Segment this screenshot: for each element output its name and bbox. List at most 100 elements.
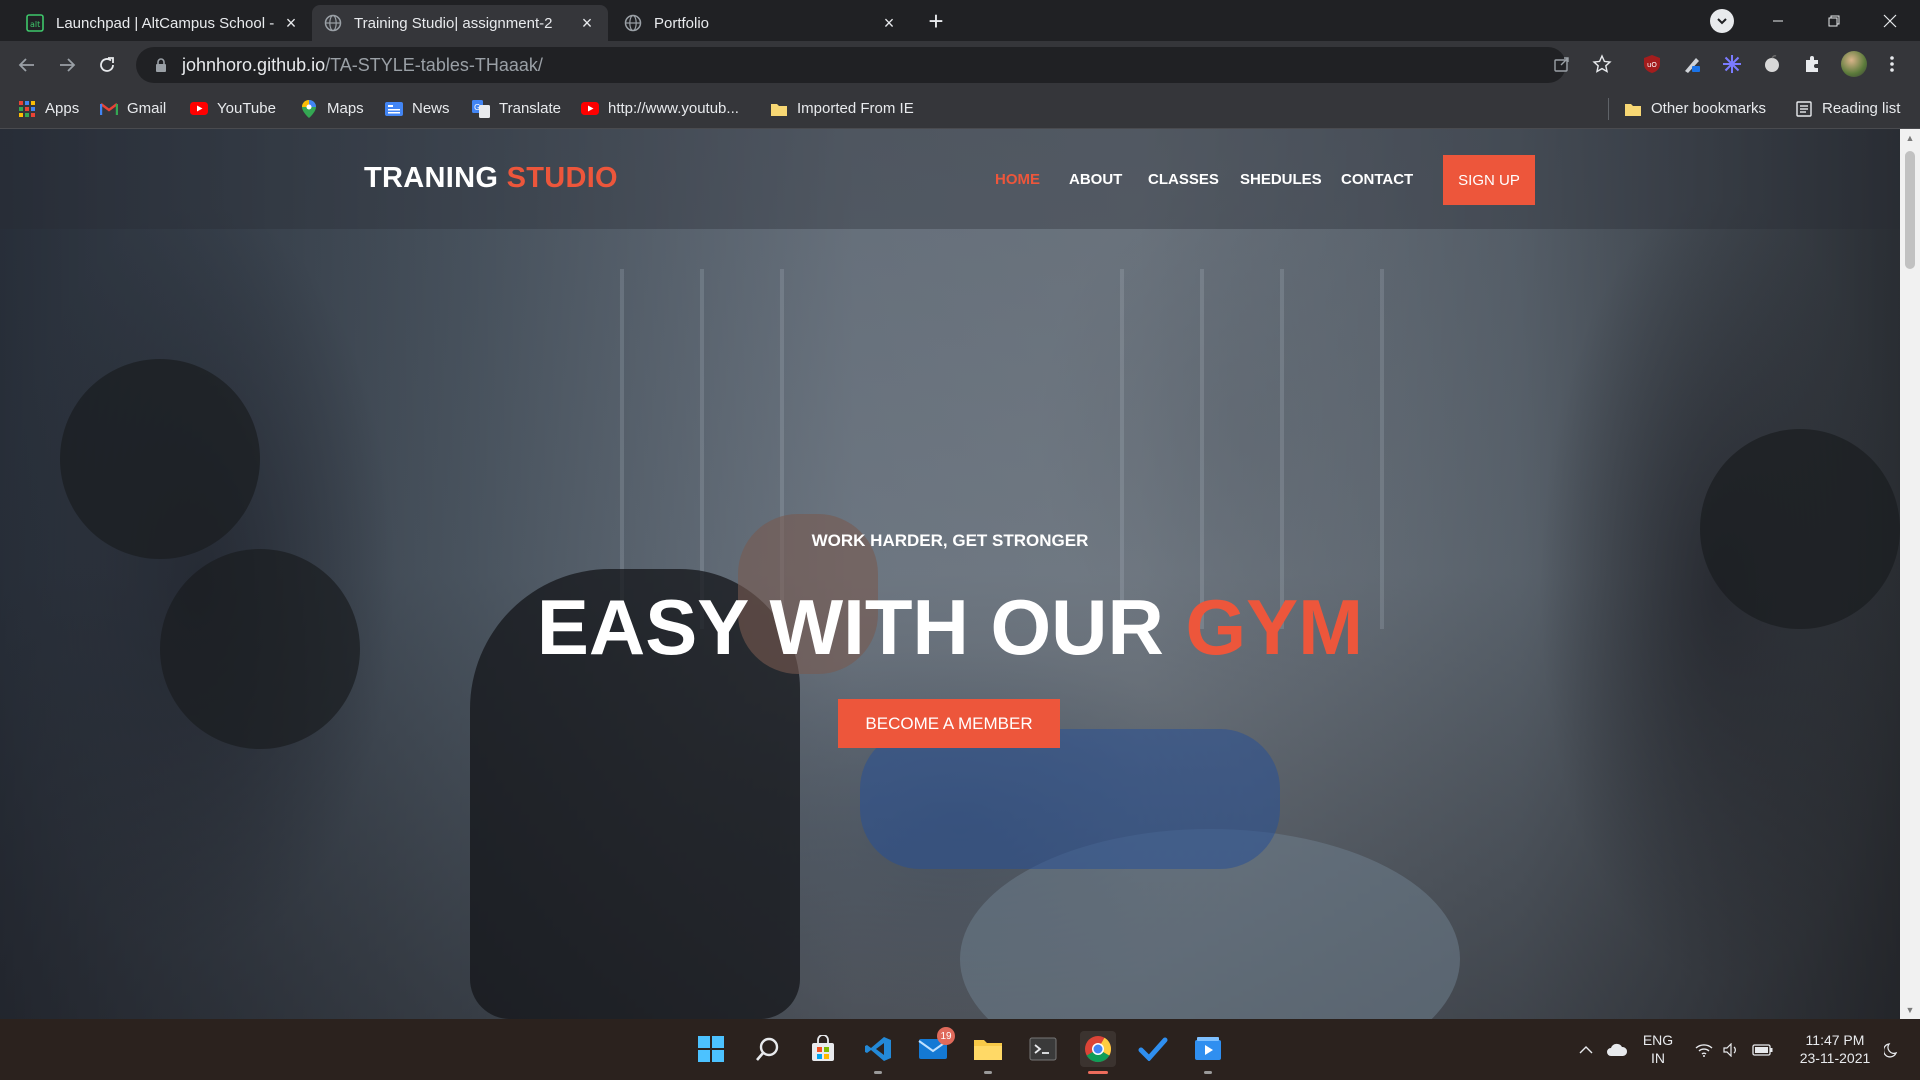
page-scrollbar[interactable]: ▲ ▼	[1900, 129, 1920, 1019]
news-icon	[385, 100, 403, 118]
input-language-indicator[interactable]: ENG IN	[1640, 1031, 1676, 1067]
bookmark-maps[interactable]: Maps	[300, 88, 364, 129]
onedrive-icon[interactable]	[1604, 1019, 1630, 1080]
close-window-button[interactable]	[1862, 0, 1918, 41]
reload-icon[interactable]	[93, 51, 121, 79]
new-tab-button[interactable]: +	[922, 8, 950, 36]
altcampus-icon: alt	[26, 14, 44, 32]
close-icon[interactable]: ×	[880, 14, 898, 32]
scroll-up-icon[interactable]: ▲	[1900, 129, 1920, 147]
windows-taskbar: 19 ENG IN 11:47 PM 23-11-2021	[0, 1019, 1920, 1080]
site-logo[interactable]: TRANING STUDIO	[364, 162, 618, 195]
store-icon[interactable]	[805, 1031, 841, 1067]
tab-search-icon[interactable]	[1710, 9, 1734, 33]
hero-subtitle: WORK HARDER, GET STRONGER	[811, 531, 1089, 550]
scrollbar-thumb[interactable]	[1905, 151, 1915, 269]
volume-icon[interactable]	[1720, 1019, 1744, 1080]
maps-pin-icon	[300, 99, 318, 118]
show-hidden-icons[interactable]	[1574, 1019, 1598, 1080]
running-indicator	[874, 1071, 882, 1074]
share-icon[interactable]	[1551, 53, 1573, 75]
logo-accent-text: STUDIO	[506, 162, 618, 194]
bookmark-gmail[interactable]: Gmail	[100, 88, 166, 129]
reading-list-button[interactable]: Reading list	[1795, 88, 1900, 129]
bookmark-label: Other bookmarks	[1651, 100, 1767, 117]
tab-title: Launchpad | AltCampus School -	[56, 14, 275, 32]
reading-list-icon	[1795, 100, 1813, 118]
lang-line-1: ENG	[1642, 1032, 1674, 1048]
nav-schedules[interactable]: SHEDULES	[1240, 171, 1322, 188]
bookmark-youtube-link[interactable]: http://www.youtub...	[581, 88, 739, 129]
video-editor-icon[interactable]	[1190, 1031, 1226, 1074]
nav-about[interactable]: ABOUT	[1069, 171, 1122, 188]
clock-date: 23-11-2021	[1799, 1050, 1871, 1066]
nav-classes[interactable]: CLASSES	[1148, 171, 1219, 188]
fruit-extension-icon[interactable]	[1761, 53, 1783, 75]
file-explorer-icon[interactable]	[970, 1031, 1006, 1074]
svg-text:alt: alt	[30, 20, 40, 29]
bookmark-label: http://www.youtub...	[608, 100, 739, 117]
apps-grid-icon	[18, 100, 36, 118]
mail-icon[interactable]: 19	[915, 1027, 955, 1067]
bookmark-imported-ie[interactable]: Imported From IE	[770, 88, 914, 129]
bookmark-label: YouTube	[217, 100, 276, 117]
tab-portfolio[interactable]: Portfolio ×	[612, 5, 910, 41]
close-icon[interactable]: ×	[282, 14, 300, 32]
gmail-icon	[100, 100, 118, 118]
signup-button[interactable]: SIGN UP	[1443, 155, 1535, 205]
tab-training-studio[interactable]: Training Studio| assignment-2 ×	[312, 5, 608, 41]
person-lying-shape	[860, 729, 1280, 869]
dumbbell-rack-shape	[60, 359, 260, 559]
become-member-button[interactable]: BECOME A MEMBER	[838, 699, 1060, 748]
minimize-button[interactable]	[1750, 0, 1806, 41]
vscode-icon[interactable]	[860, 1031, 896, 1074]
todo-icon[interactable]	[1135, 1031, 1171, 1067]
nav-home[interactable]: HOME	[995, 171, 1040, 188]
bookmark-star-icon[interactable]	[1591, 53, 1613, 75]
folder-icon	[770, 100, 788, 118]
chrome-icon[interactable]	[1080, 1031, 1116, 1074]
clock-time: 11:47 PM	[1805, 1032, 1865, 1048]
spark-extension-icon[interactable]	[1721, 53, 1743, 75]
bookmark-label: News	[412, 100, 450, 117]
bookmarks-divider	[1608, 98, 1609, 120]
terminal-icon[interactable]	[1025, 1031, 1061, 1067]
active-indicator	[1088, 1071, 1108, 1074]
scroll-down-icon[interactable]: ▼	[1900, 1001, 1920, 1019]
start-button[interactable]	[693, 1031, 729, 1067]
battery-icon[interactable]	[1750, 1019, 1776, 1080]
forward-icon[interactable]	[53, 51, 81, 79]
nav-contact[interactable]: CONTACT	[1341, 171, 1413, 188]
back-icon[interactable]	[13, 51, 41, 79]
lock-icon[interactable]	[154, 58, 168, 72]
hero-background-image	[0, 129, 1900, 1019]
bookmark-translate[interactable]: G Translate	[472, 88, 561, 129]
ublock-icon[interactable]: uO	[1641, 53, 1663, 75]
more-menu-icon[interactable]	[1881, 53, 1903, 75]
bookmarks-bar: Apps Gmail YouTube Maps News G Translate	[0, 88, 1920, 129]
address-bar[interactable]: johnhoro.github.io/TA-STYLE-tables-THaaa…	[136, 47, 1566, 83]
hero-title-accent: GYM	[1185, 583, 1364, 671]
url-host: johnhoro.github.io	[182, 54, 326, 75]
bookmark-label: Maps	[327, 100, 364, 117]
globe-icon	[324, 14, 342, 32]
close-icon[interactable]: ×	[578, 14, 596, 32]
pen-extension-icon[interactable]	[1681, 53, 1703, 75]
bookmark-apps[interactable]: Apps	[18, 88, 79, 129]
railing-bar	[1380, 269, 1384, 629]
restore-button[interactable]	[1806, 0, 1862, 41]
wifi-icon[interactable]	[1692, 1019, 1716, 1080]
avatar[interactable]	[1841, 51, 1867, 77]
system-clock[interactable]: 11:47 PM 23-11-2021	[1790, 1031, 1880, 1067]
bookmark-youtube[interactable]: YouTube	[190, 88, 276, 129]
bookmark-news[interactable]: News	[385, 88, 450, 129]
search-icon[interactable]	[750, 1031, 786, 1067]
extensions-puzzle-icon[interactable]	[1801, 53, 1823, 75]
tab-launchpad[interactable]: alt Launchpad | AltCampus School - ×	[14, 5, 312, 41]
notifications-moon-icon[interactable]	[1880, 1019, 1904, 1080]
hero-title: EASY WITH OUR GYM	[0, 582, 1900, 673]
logo-main-text: TRANING	[364, 162, 499, 194]
bookmark-other[interactable]: Other bookmarks	[1624, 88, 1766, 129]
railing-bar	[1200, 269, 1204, 629]
hero-title-main: EASY WITH OUR	[536, 583, 1164, 671]
